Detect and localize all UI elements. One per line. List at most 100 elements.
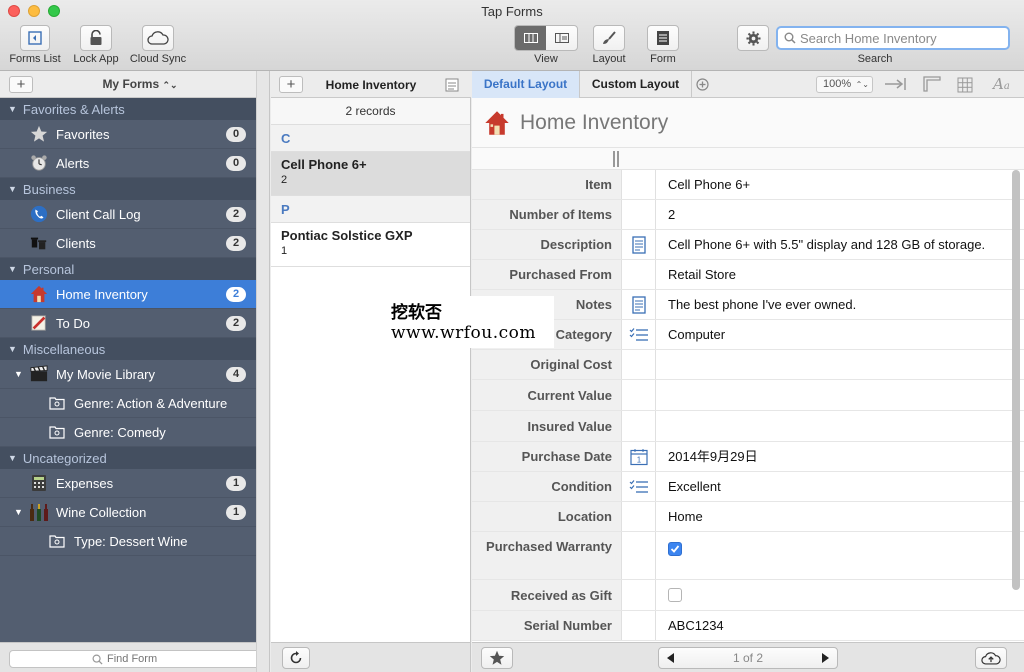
disclosure-triangle-icon[interactable]: ▼ — [8, 453, 17, 463]
clapperboard-icon — [28, 363, 50, 385]
field-current-value: Current Value — [472, 380, 1024, 411]
sidebar-item-expenses[interactable]: Expenses 1 — [0, 469, 256, 498]
received-as-gift-checkbox[interactable] — [668, 588, 682, 602]
my-forms-sort-popup[interactable]: My Forms ⌃⌄ — [0, 77, 280, 91]
forms-list-button[interactable] — [20, 25, 50, 51]
find-form-field[interactable] — [9, 650, 260, 668]
field-icon-cell — [622, 532, 656, 579]
ruler-icon — [923, 76, 941, 92]
clients-icon — [28, 232, 50, 254]
field-value-original-cost[interactable] — [656, 350, 1010, 379]
group-header-personal[interactable]: ▼ Personal — [0, 258, 256, 280]
field-value-number-of-items[interactable]: 2 — [656, 200, 1010, 229]
form-view-segment[interactable] — [546, 26, 577, 50]
sidebar-item-client-call-log[interactable]: Client Call Log 2 — [0, 200, 256, 229]
disclosure-triangle-icon[interactable]: ▼ — [14, 507, 28, 517]
group-title: Miscellaneous — [22, 341, 106, 357]
watermark-line-1: 挖软否 — [391, 303, 442, 323]
disclosure-triangle-icon[interactable]: ▼ — [8, 264, 17, 274]
group-header-favorites-alerts[interactable]: ▼ Favorites & Alerts — [0, 98, 256, 120]
lock-app-button[interactable] — [80, 25, 112, 51]
disclosure-triangle-icon[interactable]: ▼ — [8, 184, 17, 194]
sidebar-item-favorites[interactable]: Favorites 0 — [0, 120, 256, 149]
font-icon[interactable]: Aa — [993, 75, 1010, 93]
field-value-purchase-date[interactable]: 2014年9月29日 — [656, 442, 1010, 471]
tab-order-button[interactable] — [884, 77, 908, 94]
refresh-button[interactable] — [282, 647, 310, 669]
splitter-handle[interactable] — [613, 151, 619, 167]
note-icon[interactable] — [631, 295, 646, 314]
group-header-uncategorized[interactable]: ▼ Uncategorized — [0, 447, 256, 469]
field-value-insured-value[interactable] — [656, 411, 1010, 441]
field-value-category[interactable]: Computer — [656, 320, 1010, 349]
share-cloud-button[interactable] — [975, 647, 1007, 669]
detail-scrollbar[interactable] — [1012, 170, 1020, 590]
list-item[interactable]: Pontiac Solstice GXP 1 — [271, 223, 470, 267]
cloud-sync-button[interactable] — [142, 25, 174, 51]
pick-list-icon[interactable] — [629, 479, 649, 495]
record-list-title: Home Inventory — [325, 78, 417, 92]
window-title: Tap Forms — [481, 4, 543, 19]
list-options-button[interactable] — [445, 78, 459, 95]
sidebar-item-home-inventory[interactable]: Home Inventory 2 — [0, 280, 256, 309]
sidebar-item-my-movie-library[interactable]: ▼ My Movie Library 4 — [0, 360, 256, 389]
sidebar-item-alerts[interactable]: Alerts 0 — [0, 149, 256, 178]
calendar-icon[interactable]: 1 — [629, 448, 648, 466]
form-button[interactable] — [647, 25, 679, 51]
field-value-location[interactable]: Home — [656, 502, 1010, 531]
field-value-condition[interactable]: Excellent — [656, 472, 1010, 501]
zoom-popup[interactable]: 100% ⌃⌄ — [816, 76, 873, 93]
field-value-purchased-from[interactable]: Retail Store — [656, 260, 1010, 289]
field-value-notes[interactable]: The best phone I've ever owned. — [656, 290, 1010, 319]
purchased-warranty-checkbox[interactable] — [668, 542, 682, 556]
add-record-button[interactable]: + — [279, 76, 303, 93]
house-icon — [485, 110, 509, 135]
field-value-item[interactable]: Cell Phone 6+ — [656, 170, 1010, 199]
detail-footer: 1 of 2 — [472, 642, 1024, 672]
search-field[interactable] — [776, 26, 1010, 50]
search-input[interactable] — [800, 30, 1000, 46]
record-list-footer — [271, 642, 471, 672]
group-header-miscellaneous[interactable]: ▼ Miscellaneous — [0, 338, 256, 360]
field-value-description[interactable]: Cell Phone 6+ with 5.5" display and 128 … — [656, 230, 1010, 259]
column-view-segment[interactable] — [515, 26, 546, 50]
previous-record-button[interactable] — [667, 651, 675, 666]
refresh-icon — [290, 651, 302, 664]
list-item[interactable]: Cell Phone 6+ 2 — [271, 152, 470, 196]
sidebar-item-genre-comedy[interactable]: Genre: Comedy — [0, 418, 256, 447]
sidebar-item-wine-collection[interactable]: ▼ Wine Collection 1 — [0, 498, 256, 527]
disclosure-triangle-icon[interactable]: ▼ — [14, 369, 28, 379]
count-badge: 2 — [226, 207, 246, 222]
tab-default-layout[interactable]: Default Layout — [472, 71, 580, 98]
disclosure-triangle-icon[interactable]: ▼ — [8, 344, 17, 354]
phone-icon — [28, 203, 50, 225]
group-header-business[interactable]: ▼ Business — [0, 178, 256, 200]
field-icon-cell — [622, 411, 656, 441]
disclosure-triangle-icon[interactable]: ▼ — [8, 104, 17, 114]
layout-button[interactable] — [593, 25, 625, 51]
sidebar-item-genre-action-adventure[interactable]: Genre: Action & Adventure — [0, 389, 256, 418]
field-value-current-value[interactable] — [656, 380, 1010, 410]
sidebar-item-to-do[interactable]: To Do 2 — [0, 309, 256, 338]
ruler-button[interactable] — [923, 76, 941, 95]
field-icon-cell — [622, 580, 656, 610]
form-icon — [657, 31, 669, 45]
add-layout-button[interactable] — [696, 78, 709, 94]
favorite-button[interactable] — [481, 647, 513, 669]
split-view-divider[interactable] — [256, 71, 270, 672]
tab-custom-layout[interactable]: Custom Layout — [580, 71, 692, 98]
lock-app-label: Lock App — [73, 53, 119, 65]
triangle-right-icon — [822, 652, 829, 663]
settings-button[interactable] — [737, 25, 769, 51]
next-record-button[interactable] — [821, 651, 829, 666]
sidebar-item-type-dessert-wine[interactable]: Type: Dessert Wine — [0, 527, 256, 556]
note-icon[interactable] — [631, 235, 646, 254]
sidebar-item-clients[interactable]: Clients 2 — [0, 229, 256, 258]
find-form-input[interactable] — [107, 653, 177, 665]
field-value-serial-number[interactable]: ABC1234 — [656, 611, 1010, 640]
field-label: Insured Value — [472, 411, 622, 441]
pick-list-icon[interactable] — [629, 327, 649, 343]
view-segmented-control[interactable] — [514, 25, 578, 51]
layout-label: Layout — [592, 53, 626, 65]
grid-button[interactable] — [957, 77, 973, 96]
